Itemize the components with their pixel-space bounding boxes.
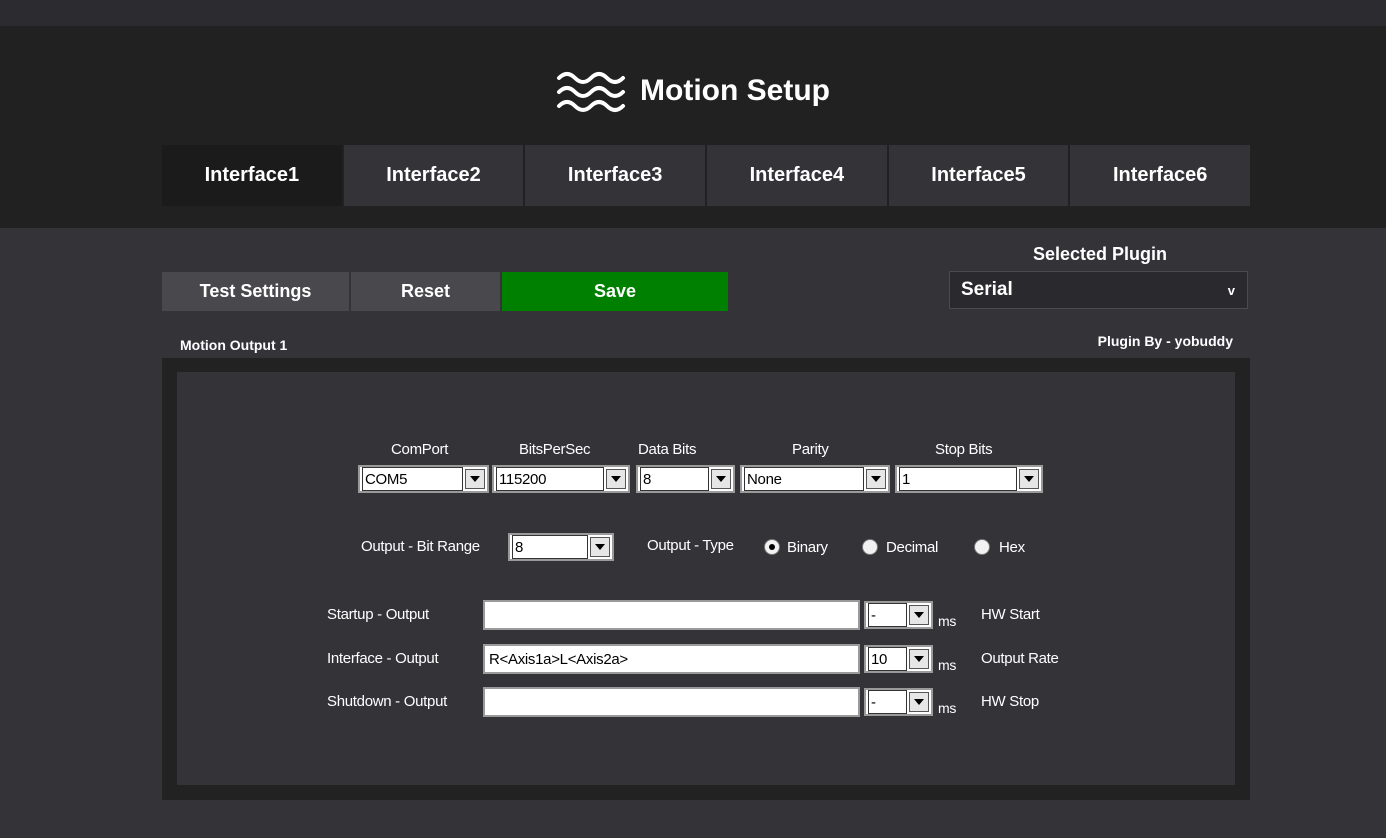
databits-value: 8: [640, 467, 709, 491]
output-rate-value: 10: [868, 647, 907, 671]
startup-delay-select[interactable]: -: [864, 601, 933, 629]
tab-interface4[interactable]: Interface4: [707, 145, 887, 206]
interface-ms-label: ms: [938, 657, 957, 673]
hw-stop-label: HW Stop: [981, 693, 1039, 710]
binary-radio[interactable]: [764, 539, 780, 555]
shutdown-output-field[interactable]: [483, 687, 860, 717]
databits-select[interactable]: 8: [636, 465, 735, 493]
comport-value: COM5: [362, 467, 463, 491]
shutdown-ms-label: ms: [938, 700, 957, 716]
startup-output-field[interactable]: [483, 600, 860, 630]
dropdown-arrow-icon: [465, 469, 485, 489]
plugin-select-value: Serial: [961, 279, 1013, 300]
title-bar-strip: [0, 0, 1386, 26]
dropdown-arrow-icon: [1019, 469, 1039, 489]
dropdown-arrow-icon: [590, 537, 610, 557]
section-title: Motion Output 1: [180, 337, 288, 353]
bit-range-label: Output - Bit Range: [361, 538, 480, 555]
tab-interface1[interactable]: Interface1: [162, 145, 342, 206]
reset-button[interactable]: Reset: [351, 272, 500, 311]
comport-select[interactable]: COM5: [358, 465, 489, 493]
bitspersec-label: BitsPerSec: [519, 441, 591, 458]
shutdown-delay-value: -: [868, 690, 907, 714]
decimal-radio[interactable]: [862, 539, 878, 555]
startup-delay-value: -: [868, 603, 907, 627]
parity-value: None: [744, 467, 864, 491]
dropdown-arrow-icon: [909, 649, 929, 669]
stopbits-label: Stop Bits: [935, 441, 993, 458]
output-rate-label: Output Rate: [981, 650, 1059, 667]
tab-interface2[interactable]: Interface2: [343, 145, 524, 206]
stopbits-value: 1: [899, 467, 1017, 491]
shutdown-delay-select[interactable]: -: [864, 688, 933, 716]
header: Motion Setup Interface1 Interface2 Inter…: [0, 26, 1386, 228]
interface-tabs: Interface1 Interface2 Interface3 Interfa…: [162, 145, 1251, 206]
bitspersec-value: 115200: [496, 467, 604, 491]
tab-interface3[interactable]: Interface3: [525, 145, 706, 206]
chevron-down-icon: v: [1227, 282, 1235, 298]
hex-radio-label[interactable]: Hex: [999, 539, 1025, 556]
dropdown-arrow-icon: [909, 692, 929, 712]
hw-start-label: HW Start: [981, 606, 1040, 623]
startup-ms-label: ms: [938, 613, 957, 629]
parity-label: Parity: [792, 441, 829, 458]
interface-output-field[interactable]: R<Axis1a>L<Axis2a>: [483, 644, 860, 674]
plugin-author: Plugin By - yobuddy: [1097, 333, 1233, 349]
output-rate-select[interactable]: 10: [864, 645, 933, 673]
bitspersec-select[interactable]: 115200: [492, 465, 630, 493]
hex-radio[interactable]: [974, 539, 990, 555]
waves-icon: [557, 72, 626, 112]
stopbits-select[interactable]: 1: [895, 465, 1043, 493]
binary-radio-label[interactable]: Binary: [787, 539, 828, 556]
plugin-select[interactable]: Serial v: [949, 271, 1248, 309]
databits-label: Data Bits: [638, 441, 697, 458]
output-type-label: Output - Type: [647, 537, 734, 554]
shutdown-output-label: Shutdown - Output: [327, 693, 447, 710]
tab-interface5[interactable]: Interface5: [888, 145, 1069, 206]
test-settings-button[interactable]: Test Settings: [162, 272, 349, 311]
tab-interface6[interactable]: Interface6: [1070, 145, 1251, 206]
app-title: Motion Setup: [640, 74, 830, 107]
dropdown-arrow-icon: [711, 469, 731, 489]
parity-select[interactable]: None: [740, 465, 890, 493]
dropdown-arrow-icon: [866, 469, 886, 489]
selected-plugin-label: Selected Plugin: [1032, 244, 1168, 264]
startup-output-label: Startup - Output: [327, 606, 429, 623]
comport-label: ComPort: [391, 441, 449, 458]
motion-output-panel: ComPort BitsPerSec Data Bits Parity Stop…: [162, 358, 1250, 800]
dropdown-arrow-icon: [606, 469, 626, 489]
decimal-radio-label[interactable]: Decimal: [886, 539, 938, 556]
bit-range-select[interactable]: 8: [508, 533, 614, 561]
motion-output-content: ComPort BitsPerSec Data Bits Parity Stop…: [177, 372, 1235, 785]
interface-output-label: Interface - Output: [327, 650, 439, 667]
save-button[interactable]: Save: [502, 272, 728, 311]
dropdown-arrow-icon: [909, 605, 929, 625]
bit-range-value: 8: [512, 535, 588, 559]
app-title-group: Motion Setup: [0, 66, 1386, 116]
